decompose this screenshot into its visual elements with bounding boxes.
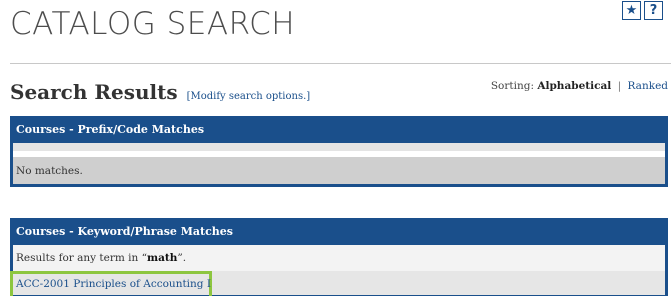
title-divider <box>10 63 671 64</box>
page: CATALOG SEARCH ★ ? Search Results [Modif… <box>0 0 671 296</box>
empty-row <box>13 143 665 153</box>
search-term: math <box>147 252 178 264</box>
no-matches-message: No matches. <box>13 158 665 184</box>
sort-ranked-link[interactable]: Ranked <box>628 80 668 92</box>
sort-separator: | <box>617 80 622 92</box>
star-icon[interactable]: ★ <box>622 1 641 20</box>
prefix-matches-panel: Courses - Prefix/Code Matches No matches… <box>10 116 668 187</box>
page-title: CATALOG SEARCH <box>10 6 296 42</box>
sorting-controls: Sorting: Alphabetical | Ranked <box>491 80 668 92</box>
keyword-panel-title: Courses - Keyword/Phrase Matches <box>16 225 233 238</box>
results-summary-prefix: Results for any term in “ <box>16 252 148 264</box>
results-heading-text: Search Results <box>10 80 178 104</box>
course-result-link[interactable]: ACC-2001 Principles of Accounting I <box>13 278 211 290</box>
prefix-panel-body: No matches. <box>13 143 665 184</box>
prefix-panel-title: Courses - Prefix/Code Matches <box>16 123 205 136</box>
modify-search-link[interactable]: [Modify search options.] <box>187 91 311 102</box>
results-heading: Search Results [Modify search options.] <box>10 80 310 104</box>
top-icons: ★ ? <box>622 1 663 20</box>
results-summary: Results for any term in “math”. <box>13 245 665 271</box>
results-summary-suffix: ”. <box>177 252 187 264</box>
list-item: ACC-2001 Principles of Accounting I <box>10 271 665 296</box>
sort-alphabetical[interactable]: Alphabetical <box>537 80 611 92</box>
keyword-panel-body: Results for any term in “math”. ACC-2001… <box>10 245 665 296</box>
sorting-label: Sorting: <box>490 80 534 92</box>
keyword-matches-panel: Courses - Keyword/Phrase Matches Results… <box>10 218 668 296</box>
help-icon[interactable]: ? <box>644 1 663 20</box>
